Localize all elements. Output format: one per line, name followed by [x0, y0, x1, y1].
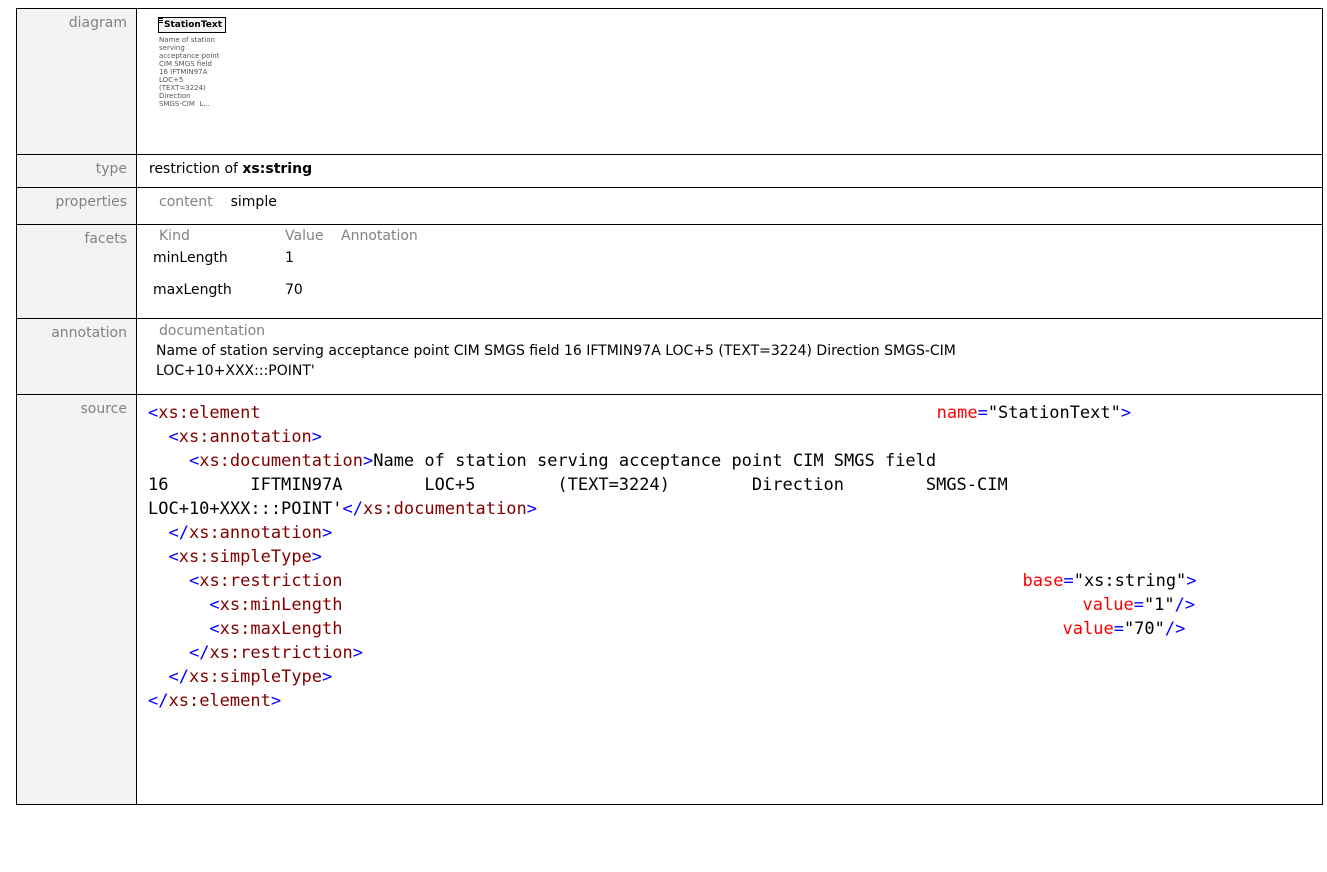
facet-kind: maxLength	[153, 282, 232, 298]
facets-label: facets	[16, 224, 137, 319]
facet-row: minLength 1	[153, 245, 1312, 271]
element-node[interactable]: StationText	[158, 17, 226, 33]
annotation-text-line: LOC+10+XXX:::POINT'	[156, 363, 315, 379]
annotation-row: annotation documentation Name of station…	[16, 318, 1323, 395]
annotation-label: annotation	[16, 318, 137, 395]
element-node-doc-line: LOC+5	[159, 76, 184, 84]
element-node-doc-line: CIM SMGS field	[159, 60, 212, 68]
diagram-label: diagram	[16, 8, 137, 155]
code-attr-value: "xs:string"	[1073, 571, 1187, 591]
facet-kind: minLength	[153, 250, 228, 266]
source-row: source <xs:element name="StationText"> <x…	[16, 394, 1323, 805]
element-diagram[interactable]: StationText Name of station serving accept…	[149, 11, 233, 121]
element-node-doc-line: 16 IFTMIN97A	[159, 68, 208, 76]
code-tag: xs:annotation	[178, 427, 312, 447]
facets-header-value: Value	[285, 228, 324, 244]
type-cell: restriction of xs:string	[136, 154, 1323, 188]
code-tag: xs:minLength	[219, 595, 343, 615]
property-value: simple	[230, 194, 277, 210]
element-documentation-table: diagram StationText Name of station servi…	[16, 8, 1323, 805]
source-label: source	[16, 394, 137, 805]
code-attr: name	[936, 403, 978, 423]
code-attr-value: "1"	[1143, 595, 1175, 615]
element-node-doc-line: SMGS-CIM L...	[159, 100, 210, 108]
element-node-doc-line: serving	[159, 44, 185, 52]
code-attr-value: "StationText"	[987, 403, 1121, 423]
properties-row: properties content simple	[16, 187, 1323, 225]
code-tag: xs:element	[168, 691, 271, 711]
annotation-cell: documentation Name of station serving ac…	[136, 318, 1323, 395]
facets-table: Kind Value Annotation minLength 1 maxLen…	[153, 228, 1312, 303]
code-attr: value	[1082, 595, 1134, 615]
facets-row: facets Kind Value Annotation minLength 1…	[16, 224, 1323, 319]
annotation-text-line: Name of station serving acceptance point…	[156, 343, 956, 359]
code-tag: xs:annotation	[188, 523, 323, 543]
diagram-cell: StationText Name of station serving accept…	[136, 8, 1323, 155]
code-tag: xs:documentation	[362, 499, 527, 519]
code-tag: xs:documentation	[199, 451, 363, 471]
code-attr: value	[1062, 619, 1114, 639]
property-key: content	[159, 194, 213, 210]
code-attr-value: "70"	[1123, 619, 1165, 639]
facets-cell: Kind Value Annotation minLength 1 maxLen…	[136, 224, 1323, 319]
facets-header: Kind Value Annotation	[153, 228, 1312, 245]
type-prefix: restriction of	[149, 161, 243, 177]
element-sequence-icon	[159, 18, 163, 26]
element-node-doc-line: Direction	[159, 92, 191, 100]
annotation-heading: documentation	[159, 323, 266, 339]
source-cell: <xs:element name="StationText"> <xs:annot…	[136, 394, 1323, 805]
diagram-row: diagram StationText Name of station servi…	[16, 8, 1323, 155]
element-node-doc: Name of station serving acceptance point CI…	[159, 36, 219, 108]
code-text: LOC+10+XXX:::POINT'	[148, 499, 343, 519]
element-node-doc-line: Name of station	[159, 36, 215, 44]
type-base-link[interactable]: xs:string	[242, 161, 312, 177]
previous-heading-clip	[0, 0, 1327, 8]
code-tag: xs:restriction	[199, 571, 343, 591]
facet-value: 70	[285, 282, 303, 298]
code-tag: xs:element	[158, 403, 261, 423]
facet-value: 1	[285, 250, 294, 266]
code-attr: base	[1022, 571, 1064, 591]
type-row: type restriction of xs:string	[16, 154, 1323, 188]
code-text: Name of station serving acceptance point…	[373, 451, 937, 471]
code-tag: xs:simpleType	[178, 547, 312, 567]
facets-header-annotation: Annotation	[341, 228, 418, 244]
facet-row: maxLength 70	[153, 277, 1312, 303]
properties-cell: content simple	[136, 187, 1323, 225]
source-code: <xs:element name="StationText"> <xs:annot…	[148, 403, 1197, 711]
element-node-doc-line: (TEXT=3224)	[159, 84, 206, 92]
facets-header-kind: Kind	[159, 228, 190, 244]
code-tag: xs:simpleType	[188, 667, 323, 687]
code-text: 16 IFTMIN97A LOC+5 (TEXT=3224) Direction…	[148, 475, 1008, 495]
code-tag: xs:maxLength	[219, 619, 343, 639]
code-tag: xs:restriction	[209, 643, 353, 663]
element-node-name: StationText	[164, 20, 222, 30]
properties-label: properties	[16, 187, 137, 225]
type-label: type	[16, 154, 137, 188]
element-node-doc-line: acceptance point	[159, 52, 220, 60]
